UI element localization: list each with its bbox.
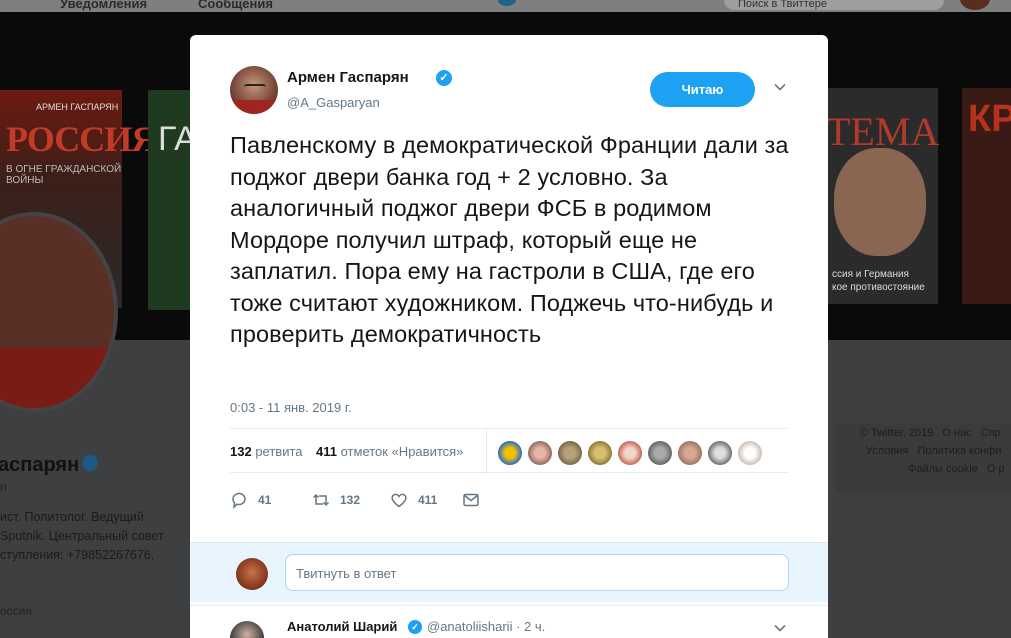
divider xyxy=(230,428,788,429)
stats-separator xyxy=(486,430,487,474)
tweet-actions: 41 132 411 xyxy=(230,490,530,510)
liker-avatar[interactable] xyxy=(648,441,672,465)
book-title: КР xyxy=(968,98,1011,140)
likes-stat-label: отметок «Нравится» xyxy=(340,444,464,459)
reply-author-name[interactable]: Анатолий Шарий xyxy=(287,619,397,634)
banner-book-2: ГА xyxy=(148,90,197,310)
likes-stat[interactable]: 411 отметок «Нравится» xyxy=(316,444,463,459)
footer-cookies: Файлы cookie xyxy=(908,463,978,475)
reply-icon xyxy=(232,492,246,509)
liker-avatar[interactable] xyxy=(708,441,732,465)
book-subtitle: В ОГНЕ ГРАЖДАНСКОЙ ВОЙНЫ xyxy=(6,164,122,186)
verified-badge-icon: ✓ xyxy=(436,70,452,86)
book-subtitle: ссия и Германия кое противостояние xyxy=(832,269,925,293)
book-title: РОССИЯ xyxy=(6,119,157,159)
bg-profile-location: оссия xyxy=(0,604,32,618)
chevron-down-icon[interactable] xyxy=(774,622,786,634)
reply-count: 41 xyxy=(258,493,272,507)
divider xyxy=(230,472,788,473)
bg-profile-handle: n xyxy=(0,480,7,494)
bg-profile-bio: ист. Политолог. Ведущий Sputnik. Централ… xyxy=(0,510,164,562)
footer-ads: О р xyxy=(986,463,1005,475)
tweet-text: Павленскому в демократической Франции да… xyxy=(230,132,789,347)
liker-avatar[interactable] xyxy=(678,441,702,465)
liker-avatar[interactable] xyxy=(738,441,762,465)
bg-user-avatar xyxy=(960,0,990,10)
bg-search-box: Поиск в Твиттере xyxy=(724,0,944,10)
reply-tweet[interactable]: Анатолий Шарий ✓ @anatoliisharii · 2 ч. xyxy=(190,605,828,638)
liker-avatar[interactable] xyxy=(558,441,582,465)
current-user-avatar xyxy=(236,558,268,590)
reply-composer: Твитнуть в ответ xyxy=(190,542,828,602)
banner-book-3: ТЕМА ссия и Германия кое противостояние xyxy=(826,88,939,304)
footer-copyright: © Twitter, 2019 xyxy=(860,427,934,439)
author-handle[interactable]: @A_Gasparyan xyxy=(287,95,380,110)
footer-terms: Условия xyxy=(866,445,909,457)
bg-verified-icon xyxy=(82,455,98,471)
tweet-modal: Армен Гаспарян ✓ @A_Gasparyan Читаю Павл… xyxy=(190,35,828,638)
retweets-stat-label: ретвита xyxy=(255,444,303,459)
reply-author-handle[interactable]: @anatoliisharii · 2 ч. xyxy=(427,619,545,634)
retweets-stat[interactable]: 132 ретвита xyxy=(230,444,303,459)
likes-stat-count: 411 xyxy=(316,444,337,459)
footer-help: Спр xyxy=(980,427,1001,439)
footer-about: О нас xyxy=(942,427,972,439)
chevron-down-icon[interactable] xyxy=(774,81,786,93)
background-topbar: Уведомления Сообщения Поиск в Твиттере xyxy=(0,0,1011,12)
retweet-count: 132 xyxy=(340,493,361,507)
author-avatar[interactable] xyxy=(230,66,278,114)
bg-footer-links: © Twitter, 2019 О нас Спр Условия Полити… xyxy=(836,424,1011,492)
liker-avatar[interactable] xyxy=(498,441,522,465)
liker-avatar[interactable] xyxy=(588,441,612,465)
like-count: 411 xyxy=(418,493,438,507)
retweets-stat-count: 132 xyxy=(230,444,252,459)
bg-notifications-link: Уведомления xyxy=(60,0,148,11)
liker-avatar[interactable] xyxy=(528,441,552,465)
envelope-icon xyxy=(463,493,479,507)
banner-book-4: КР xyxy=(962,88,1011,304)
book-cover-portrait xyxy=(834,148,926,256)
reply-author-avatar[interactable] xyxy=(230,621,264,638)
footer-privacy: Политика конфи xyxy=(917,445,1002,457)
heart-icon xyxy=(391,493,407,508)
verified-badge-icon: ✓ xyxy=(408,620,422,634)
twitter-bird-icon xyxy=(498,0,516,6)
liker-avatar[interactable] xyxy=(618,441,642,465)
following-button[interactable]: Читаю xyxy=(650,72,755,107)
reply-input[interactable]: Твитнуть в ответ xyxy=(285,554,789,591)
author-name[interactable]: Армен Гаспарян xyxy=(287,69,409,86)
bg-profile-name: аспарян xyxy=(0,454,80,476)
bg-messages-link: Сообщения xyxy=(198,0,273,11)
book-author: АРМЕН ГАСПАРЯН xyxy=(36,102,119,112)
tweet-timestamp[interactable]: 0:03 - 11 янв. 2019 г. xyxy=(230,400,352,415)
retweet-icon xyxy=(312,493,330,507)
